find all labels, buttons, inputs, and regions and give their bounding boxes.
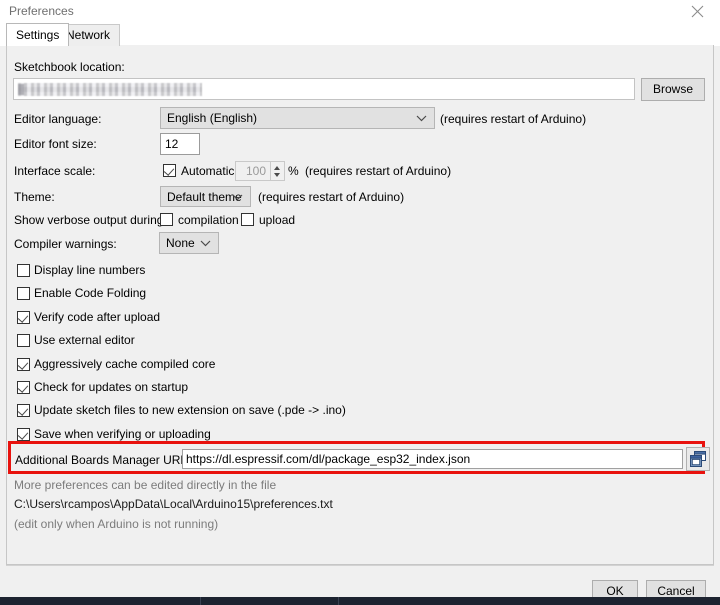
- additional-urls-label: Additional Boards Manager URLs:: [15, 453, 197, 467]
- title-bar: Preferences: [0, 0, 720, 22]
- editor-language-note: (requires restart of Arduino): [440, 112, 587, 126]
- sketchbook-location-input[interactable]: [13, 78, 635, 100]
- window-title: Preferences: [9, 4, 74, 18]
- option-checkbox[interactable]: [17, 334, 30, 347]
- theme-label: Theme:: [14, 190, 55, 204]
- preferences-window: Preferences Settings Network Sketchbook …: [0, 0, 720, 603]
- option-label: Display line numbers: [34, 263, 146, 277]
- chevron-down-icon: [200, 233, 211, 253]
- interface-scale-stepper[interactable]: [271, 161, 285, 181]
- taskbar-strip: [0, 597, 720, 605]
- editor-language-value: English (English): [167, 111, 258, 125]
- option-checkbox[interactable]: [17, 358, 30, 371]
- taskbar-seam: [200, 597, 201, 605]
- tab-settings[interactable]: Settings: [6, 23, 70, 46]
- option-checkbox[interactable]: [17, 381, 30, 394]
- percent-symbol: %: [288, 164, 299, 178]
- option-checkbox[interactable]: [17, 264, 30, 277]
- redacted-path: [18, 83, 202, 96]
- interface-scale-note: (requires restart of Arduino): [305, 164, 452, 178]
- compiler-warnings-label: Compiler warnings:: [14, 237, 117, 251]
- interface-scale-label: Interface scale:: [14, 164, 96, 178]
- theme-value: Default theme: [167, 190, 242, 204]
- option-checkbox[interactable]: [17, 428, 30, 441]
- verbose-upload-label: upload: [259, 213, 296, 227]
- chevron-down-icon: [232, 187, 243, 207]
- chevron-down-icon: [416, 108, 427, 128]
- theme-select[interactable]: Default theme: [160, 186, 251, 207]
- editor-font-size-label: Editor font size:: [14, 137, 97, 151]
- option-checkbox[interactable]: [17, 311, 30, 324]
- compiler-warnings-value: None: [166, 236, 195, 250]
- preferences-file-path: C:\Users\rcampos\AppData\Local\Arduino15…: [14, 497, 333, 511]
- browse-button[interactable]: Browse: [641, 78, 705, 101]
- stepper-down-icon: [274, 173, 280, 177]
- stepper-up-icon: [274, 166, 280, 170]
- option-label: Enable Code Folding: [34, 286, 147, 300]
- option-label: Aggressively cache compiled core: [34, 357, 216, 371]
- editor-font-size-input[interactable]: [160, 133, 200, 155]
- open-window-icon[interactable]: [686, 447, 710, 471]
- option-checkbox[interactable]: [17, 404, 30, 417]
- verbose-output-label: Show verbose output during:: [14, 213, 167, 227]
- compiler-warnings-select[interactable]: None: [159, 232, 219, 254]
- verbose-compilation-checkbox[interactable]: [160, 213, 173, 226]
- verbose-compilation-label: compilation: [178, 213, 239, 227]
- taskbar-seam: [338, 597, 339, 605]
- button-bar-separator: [6, 565, 714, 566]
- editor-language-select[interactable]: English (English): [160, 107, 435, 129]
- editor-language-label: Editor language:: [14, 112, 102, 126]
- option-label: Use external editor: [34, 333, 135, 347]
- interface-scale-automatic-label: Automatic: [181, 164, 235, 178]
- sketchbook-location-label: Sketchbook location:: [14, 60, 125, 74]
- option-label: Save when verifying or uploading: [34, 427, 211, 441]
- option-label: Verify code after upload: [34, 310, 161, 324]
- option-label: Update sketch files to new extension on …: [34, 403, 346, 417]
- option-checkbox[interactable]: [17, 287, 30, 300]
- tab-strip: Settings Network: [0, 22, 720, 46]
- theme-note: (requires restart of Arduino): [258, 190, 405, 204]
- interface-scale-automatic-checkbox[interactable]: [163, 164, 176, 177]
- footer-note-line3: (edit only when Arduino is not running): [14, 517, 219, 531]
- additional-urls-input[interactable]: [182, 449, 683, 469]
- verbose-upload-checkbox[interactable]: [241, 213, 254, 226]
- close-icon[interactable]: [674, 0, 720, 22]
- footer-note-line1: More preferences can be edited directly …: [14, 478, 277, 492]
- interface-scale-value[interactable]: 100: [235, 161, 271, 181]
- option-label: Check for updates on startup: [34, 380, 189, 394]
